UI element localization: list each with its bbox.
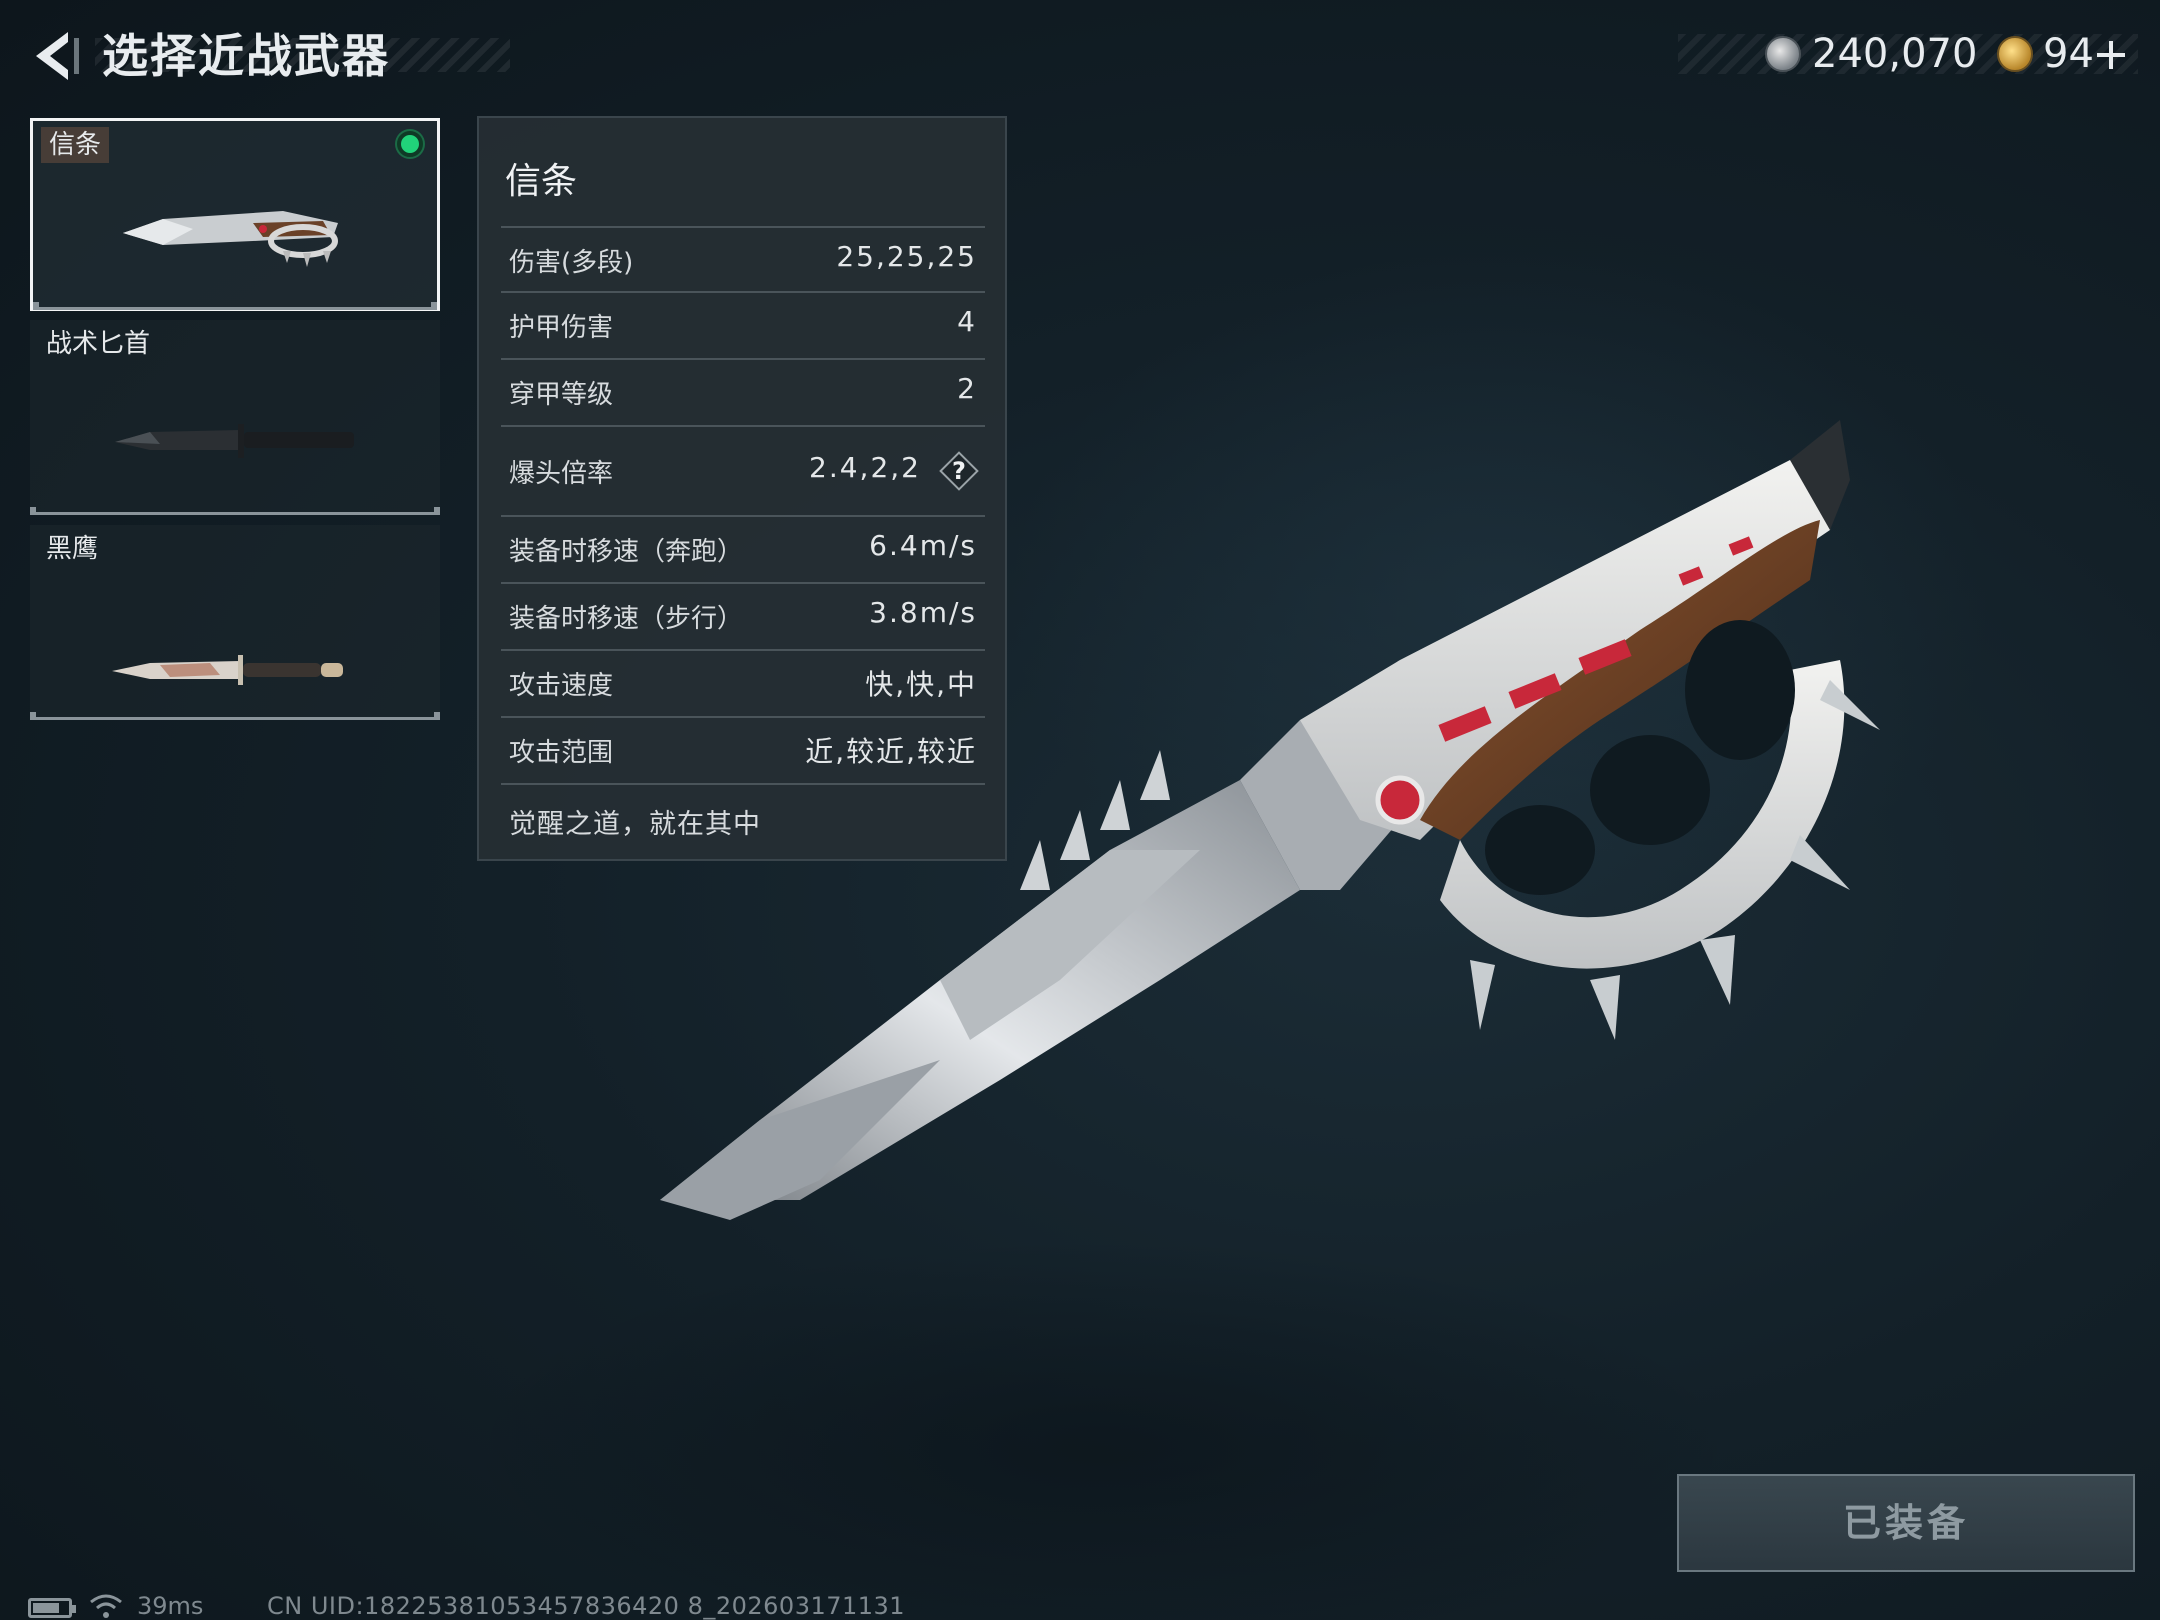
weapon-name: 信条: [505, 161, 578, 202]
stat-value: 4: [957, 305, 977, 338]
stat-label: 护甲伤害: [509, 313, 614, 343]
back-button[interactable]: [26, 26, 86, 86]
stat-label: 穿甲等级: [509, 380, 614, 410]
battery-icon: [28, 1598, 76, 1618]
equipped-button-label: 已装备: [1842, 1501, 1969, 1545]
page-title: 选择近战武器: [102, 29, 390, 83]
weapon-card-label: 黑鹰: [46, 534, 99, 564]
stat-row: 护甲伤害 4: [501, 293, 985, 360]
card-divider: [33, 302, 437, 310]
user-uid: CN UID:18225381053457836420 8_2026031711…: [267, 1592, 906, 1620]
weapon-card-label: 战术匕首: [46, 329, 151, 359]
weapon-card-xintiao[interactable]: 信条: [30, 118, 440, 311]
silver-coin-icon: [1765, 36, 1801, 72]
gold-amount: 94: [2043, 31, 2094, 77]
top-bar: 选择近战武器 240,070 94: [0, 0, 2160, 110]
card-divider: [30, 507, 440, 515]
stat-value: 25,25,25: [836, 240, 977, 273]
equipped-indicator-icon: [397, 131, 423, 157]
stat-label: 伤害(多段): [509, 248, 634, 278]
weapon-card-black-hawk[interactable]: 黑鹰: [30, 525, 440, 720]
ping-latency: 39ms: [137, 1592, 204, 1620]
stat-value: 2: [957, 372, 977, 405]
gold-coin-icon: [1997, 36, 2033, 72]
stat-label: 攻击范围: [509, 738, 614, 768]
knuckle-knife-render-icon: [660, 420, 1880, 1220]
stat-row: 穿甲等级 2: [501, 360, 985, 427]
weapon-card-label: 信条: [41, 127, 110, 163]
knuckle-knife-thumbnail-icon: [123, 211, 338, 267]
card-divider: [30, 712, 440, 720]
weapon-card-tactical-dagger[interactable]: 战术匕首: [30, 320, 440, 515]
plus-icon[interactable]: [2094, 38, 2128, 72]
stat-label: 攻击速度: [509, 671, 614, 701]
wifi-icon: [90, 1594, 122, 1618]
stat-label: 爆头倍率: [509, 459, 614, 489]
stat-row: 伤害(多段) 25,25,25: [501, 226, 985, 293]
tactical-dagger-thumbnail-icon: [115, 424, 354, 458]
black-hawk-knife-thumbnail-icon: [112, 655, 343, 685]
back-arrow-icon: [36, 32, 79, 80]
equipped-button[interactable]: 已装备: [1677, 1474, 2135, 1572]
silver-amount: 240,070: [1812, 31, 1978, 77]
